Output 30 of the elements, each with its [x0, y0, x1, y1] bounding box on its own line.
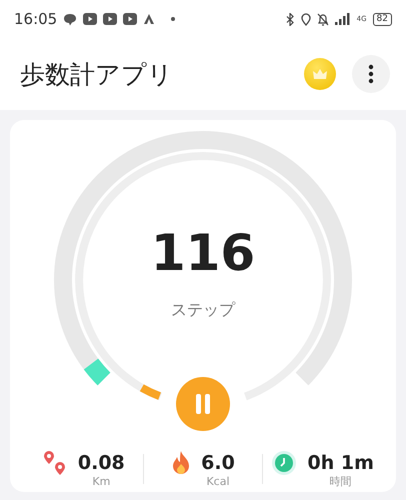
pause-icon — [195, 394, 211, 414]
stat-value: 0h 1m — [307, 452, 374, 474]
pause-button[interactable] — [176, 377, 230, 431]
battery-icon: 82 — [372, 12, 392, 26]
more-icon — [368, 64, 374, 84]
map-pins-icon — [42, 450, 68, 476]
flame-icon — [171, 450, 192, 476]
clock-icon — [271, 450, 298, 476]
play-icon — [83, 13, 98, 25]
step-count: 116 — [150, 228, 256, 278]
clock-time: 16:05 — [14, 10, 58, 28]
stat-unit: Km — [91, 476, 112, 487]
play-icon — [123, 13, 138, 25]
play-icon — [103, 13, 118, 25]
bluetooth-icon — [286, 12, 295, 26]
step-unit: ステップ — [171, 300, 235, 321]
stat-value: 6.0 — [201, 452, 235, 474]
stat-unit: Kcal — [205, 476, 231, 487]
stat-unit: 時間 — [328, 476, 353, 487]
chat-icon — [63, 12, 78, 26]
bell-off-icon — [316, 12, 329, 26]
more-menu-button[interactable] — [352, 55, 390, 93]
crown-icon — [312, 68, 328, 80]
signal-icon — [334, 13, 351, 25]
app-title: 歩数計アプリ — [20, 58, 174, 90]
location-icon — [300, 12, 311, 26]
dot-icon — [171, 17, 176, 21]
premium-button[interactable] — [304, 58, 336, 90]
stat-value: 0.08 — [78, 452, 125, 474]
triangle-icon — [143, 13, 156, 25]
